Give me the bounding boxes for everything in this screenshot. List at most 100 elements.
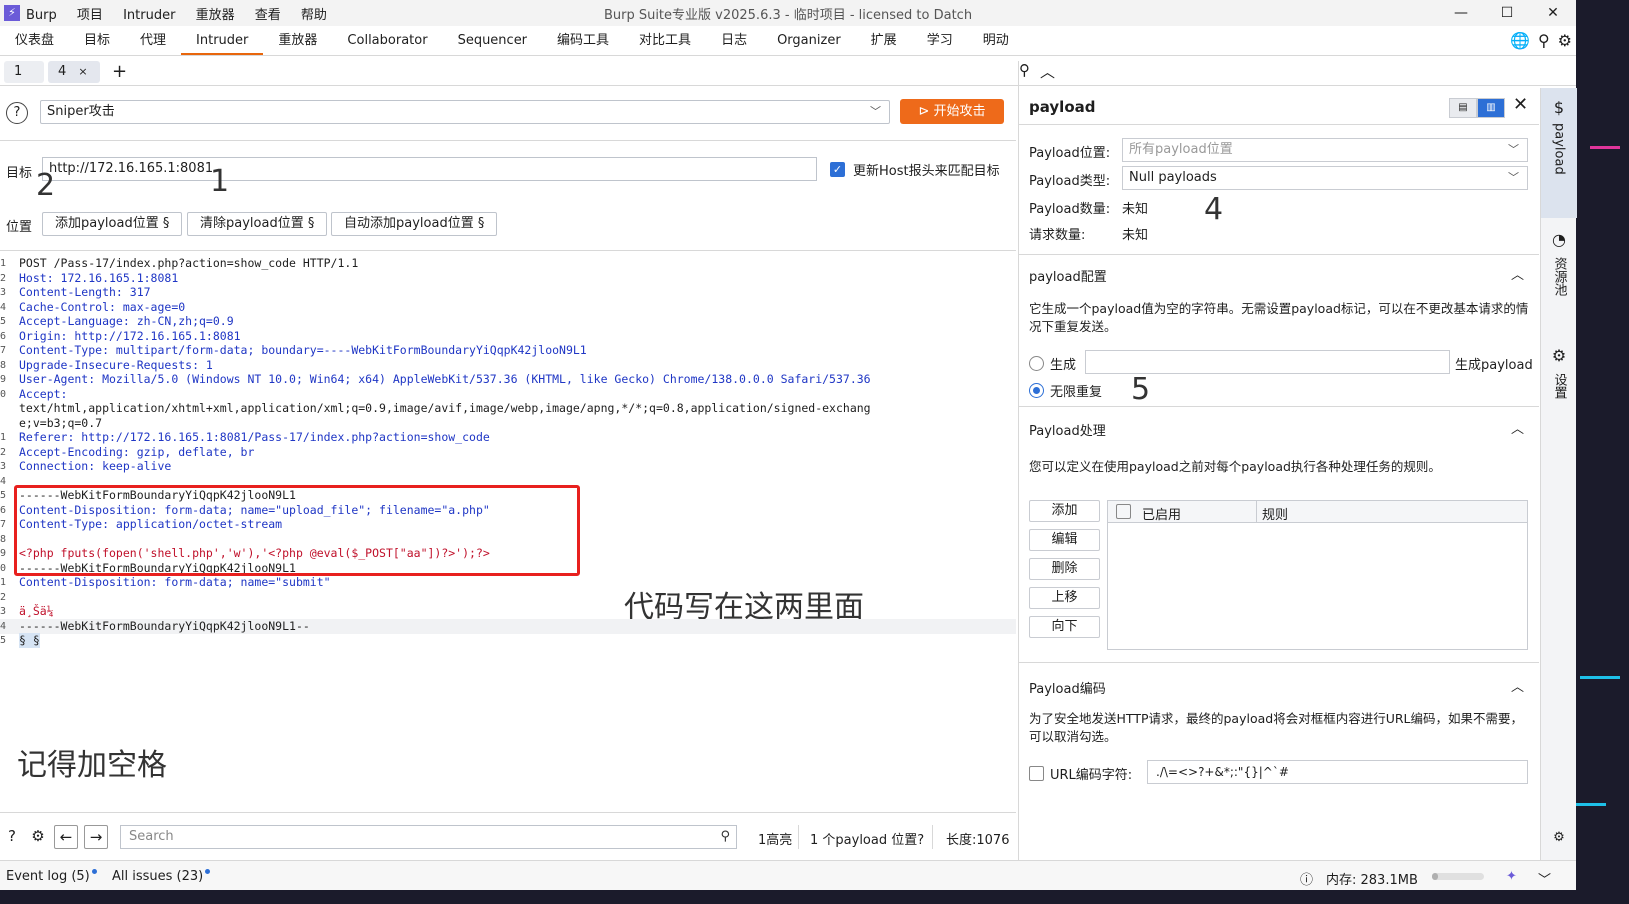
target-url-input[interactable]: http://172.16.165.1:8081 (42, 157, 817, 181)
close-panel-icon[interactable]: ✕ (1513, 94, 1528, 115)
request-line[interactable]: 7 Content-Type: multipart/form-data; boun… (0, 343, 1016, 358)
search-icon[interactable]: ⚲ (1538, 31, 1550, 50)
request-line[interactable]: e;v=b3;q=0.7 (0, 416, 1016, 431)
url-encode-chars-input[interactable]: ./\=<>?+&*;:"{}|^`# (1147, 760, 1528, 784)
request-line[interactable]: 9 User-Agent: Mozilla/5.0 (Windows NT 10.… (0, 372, 1016, 387)
tab-intruder[interactable]: Intruder (181, 28, 264, 55)
sparkle-icon[interactable]: ✦ (1506, 869, 1517, 884)
menu-repeater[interactable]: 重放器 (196, 8, 235, 23)
checkbox-checked-icon[interactable]: ✓ (830, 162, 845, 177)
layout-vertical-icon[interactable]: ▥ (1477, 98, 1505, 118)
url-encode-checkbox[interactable]: URL编码字符: (1029, 764, 1132, 783)
tab-decoder[interactable]: 编码工具 (542, 28, 624, 55)
help-icon[interactable]: ? (0, 825, 24, 849)
tab-proxy[interactable]: 代理 (125, 28, 181, 55)
request-line[interactable]: 8 Upgrade-Insecure-Requests: 1 (0, 358, 1016, 373)
radio-icon[interactable] (1029, 356, 1044, 371)
menu-view[interactable]: 查看 (255, 8, 281, 23)
arrow-right-icon[interactable]: → (84, 825, 108, 849)
add-payload-position-button[interactable]: 添加payload位置 § (42, 212, 183, 236)
auto-payload-position-button[interactable]: 自动添加payload位置 § (331, 212, 498, 236)
arrow-left-icon[interactable]: ← (54, 825, 78, 849)
move-up-rule-button[interactable]: 上移 (1029, 587, 1100, 609)
request-line[interactable]: 4 ------WebKitFormBoundaryYiQqpK42jlooN9L… (0, 618, 1016, 634)
delete-rule-button[interactable]: 删除 (1029, 558, 1100, 580)
edit-rule-button[interactable]: 编辑 (1029, 529, 1100, 551)
request-line[interactable]: 5 Accept-Language: zh-CN,zh;q=0.9 (0, 314, 1016, 329)
request-editor[interactable]: 代码写在这两里面 记得加空格 6 1POST /Pass-17/index.ph… (0, 252, 1016, 812)
checkbox-icon[interactable] (1029, 766, 1044, 781)
generate-option[interactable]: 生成 (1029, 354, 1076, 373)
menu-burp[interactable]: Burp (26, 8, 57, 23)
chevron-down-icon[interactable]: ﹀ (1538, 869, 1551, 888)
chevron-up-icon[interactable]: ︿ (1511, 418, 1524, 437)
menu-help[interactable]: 帮助 (301, 8, 327, 23)
close-window-icon[interactable]: ✕ (1530, 0, 1576, 26)
request-line[interactable]: 1 POST /Pass-17/index.php?action=show_cod… (0, 256, 1016, 271)
tab-sequencer[interactable]: Sequencer (443, 28, 542, 55)
tab-target[interactable]: 目标 (69, 28, 125, 55)
request-line[interactable]: 3 ä¸Šä¼ (0, 604, 1016, 619)
request-line[interactable]: 1 Content-Disposition: form-data; name="s… (0, 575, 1016, 590)
request-line[interactable]: 0 Accept: (0, 387, 1016, 402)
add-tab-icon[interactable]: + (112, 61, 127, 82)
chevron-up-icon[interactable]: ︿ (1511, 676, 1524, 695)
chevron-up-icon[interactable]: ︿ (1511, 264, 1524, 283)
layout-toggle[interactable]: ▤ ▥ (1449, 98, 1505, 118)
close-tab-icon[interactable]: × (78, 65, 87, 78)
request-line[interactable]: 4 Cache-Control: max-age=0 (0, 300, 1016, 315)
payload-position-value: 所有payload位置 (1129, 142, 1233, 157)
rail-resource-pool[interactable]: ◔ 资源池 (1541, 230, 1577, 330)
request-line[interactable]: 2 Accept-Encoding: gzip, deflate, br (0, 445, 1016, 460)
tab-comparer[interactable]: 对比工具 (624, 28, 706, 55)
rules-table[interactable]: 已启用 规则 (1107, 500, 1528, 650)
tab-collaborator[interactable]: Collaborator (332, 28, 442, 55)
tab-learn[interactable]: 学习 (912, 28, 968, 55)
search-input[interactable]: Search ⚲ (120, 825, 737, 849)
request-line[interactable]: 3 Content-Length: 317 (0, 285, 1016, 300)
subtab-4[interactable]: 4 × (48, 60, 100, 83)
tab-dashboard[interactable]: 仪表盘 (0, 28, 69, 55)
menu-project[interactable]: 项目 (77, 8, 103, 23)
start-attack-button[interactable]: ⊳ 开始攻击 (900, 99, 1004, 124)
subtab-1[interactable]: 1 (4, 60, 44, 83)
minimize-icon[interactable]: — (1438, 0, 1484, 26)
help-icon[interactable]: ? (6, 102, 28, 124)
add-rule-button[interactable]: 添加 (1029, 500, 1100, 522)
menu-intruder[interactable]: Intruder (123, 8, 175, 23)
gear-icon[interactable]: ⚙ (1558, 31, 1572, 50)
request-line[interactable]: text/html,application/xhtml+xml,applicat… (0, 401, 1016, 416)
rail-settings[interactable]: ⚙ 设置 (1541, 346, 1577, 446)
burp-logo-icon: ⚡ (4, 5, 20, 21)
gear-icon[interactable]: ⚙ (26, 825, 50, 849)
attack-type-select[interactable]: Sniper攻击 ﹀ (40, 100, 890, 124)
globe-icon[interactable]: 🌐 (1510, 31, 1530, 50)
request-line[interactable]: 1 Referer: http://172.16.165.1:8081/Pass-… (0, 430, 1016, 445)
maximize-icon[interactable]: ☐ (1484, 0, 1530, 26)
request-line[interactable]: 5 § § (0, 633, 1016, 648)
tab-extra[interactable]: 明动 (968, 28, 1024, 55)
payload-type-select[interactable]: Null payloads ﹀ (1122, 166, 1528, 190)
tab-repeater[interactable]: 重放器 (263, 28, 332, 55)
update-host-checkbox[interactable]: ✓ 更新Host报头来匹配目标 (830, 160, 1000, 179)
tab-organizer[interactable]: Organizer (762, 28, 856, 55)
rail-payload[interactable]: $ payload (1541, 88, 1577, 218)
radio-selected-icon[interactable] (1029, 383, 1044, 398)
tab-logger[interactable]: 日志 (706, 28, 762, 55)
event-log-link[interactable]: Event log (5) (6, 869, 97, 884)
request-line[interactable]: 2 Host: 172.16.165.1:8081 (0, 271, 1016, 286)
generate-count-input[interactable] (1085, 350, 1450, 374)
gear-icon[interactable]: ⚙ (1541, 830, 1577, 845)
request-line[interactable]: 6 Origin: http://172.16.165.1:8081 (0, 329, 1016, 344)
checkbox-icon[interactable] (1116, 504, 1131, 519)
request-line[interactable]: 3 Connection: keep-alive (0, 459, 1016, 474)
move-down-rule-button[interactable]: 向下 (1029, 616, 1100, 638)
status-bar: Event log (5) All issues (23) ⓘ 内存: 283.… (0, 860, 1576, 890)
payload-position-select[interactable]: 所有payload位置 ﹀ (1122, 138, 1528, 162)
clear-payload-position-button[interactable]: 清除payload位置 § (187, 212, 328, 236)
infinite-option[interactable]: 无限重复 (1029, 381, 1102, 400)
tab-extensions[interactable]: 扩展 (856, 28, 912, 55)
layout-horizontal-icon[interactable]: ▤ (1449, 98, 1477, 118)
request-line[interactable]: 2 (0, 590, 1016, 605)
all-issues-link[interactable]: All issues (23) (112, 869, 211, 884)
